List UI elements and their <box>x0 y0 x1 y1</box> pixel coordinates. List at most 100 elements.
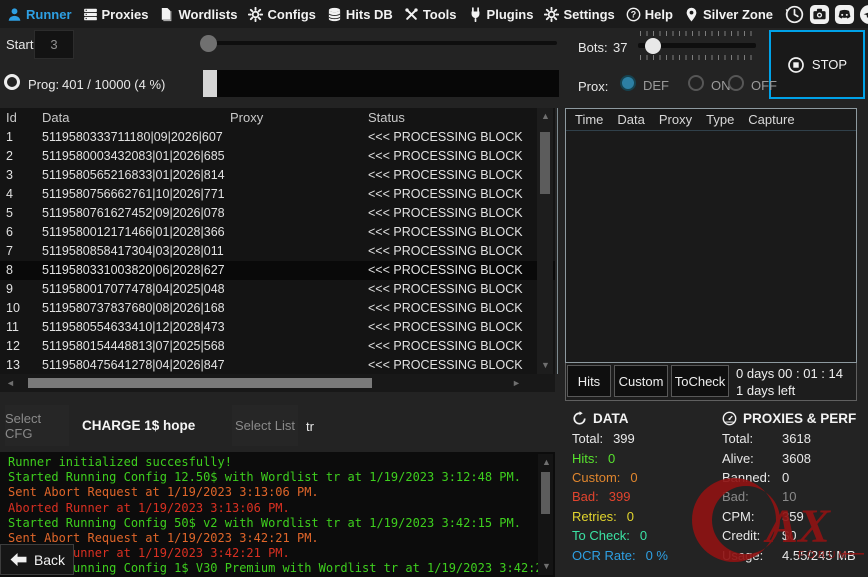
tab-custom[interactable]: Custom <box>614 365 668 397</box>
start-input[interactable]: 3 <box>34 30 74 59</box>
start-slider[interactable] <box>205 41 557 45</box>
camera-icon[interactable] <box>809 4 830 25</box>
progress-bar-fill <box>203 70 217 97</box>
prox-radio-on[interactable] <box>688 75 704 91</box>
log-line: Aborted Runner at 1/19/2023 3:13:06 PM. <box>8 501 555 516</box>
start-slider-handle[interactable] <box>200 35 217 52</box>
menu-item-wordlists[interactable]: Wordlists <box>159 7 237 22</box>
stat-usage: Usage:4.55/245 MB <box>722 545 856 564</box>
hits-table: Time Data Proxy Type Capture <box>565 108 857 363</box>
table-row[interactable]: 25119580003432083|01|2026|685<<< PROCESS… <box>0 147 555 166</box>
cell-id: 10 <box>6 299 40 318</box>
stat-to-check: To Check:0 <box>572 526 668 545</box>
scroll-up-icon[interactable]: ▲ <box>542 458 551 467</box>
menu-item-settings[interactable]: Settings <box>544 7 614 22</box>
stat-label: Custom: <box>572 470 620 485</box>
table-row[interactable]: 75119580858417304|03|2028|011<<< PROCESS… <box>0 242 555 261</box>
stat-ocr-rate: OCR Rate:0 % <box>572 545 668 564</box>
results-horizontal-scrollbar[interactable]: ◄ ► <box>0 374 555 392</box>
cell-status: <<< PROCESSING BLOCK <box>368 223 532 242</box>
table-row[interactable]: 15119580333711180|09|2026|607<<< PROCESS… <box>0 128 555 147</box>
stat-value: 3608 <box>782 451 811 466</box>
bots-label: Bots: <box>578 40 608 55</box>
table-row[interactable]: 105119580737837680|08|2026|168 <<< PROCES… <box>0 299 555 318</box>
prox-option-label[interactable]: OFF <box>751 78 777 93</box>
gauge-icon <box>722 411 737 426</box>
cell-data: 5119580017077478|04|2025|048 <box>42 280 228 299</box>
table-row[interactable]: 135119580475641278|04|2026|847<<< PROCES… <box>0 356 555 374</box>
cell-id: 6 <box>6 223 40 242</box>
column-header-data[interactable]: Data <box>42 108 228 128</box>
results-vertical-scrollbar[interactable]: ▲ ▼ <box>537 108 553 374</box>
menu-item-silver-zone[interactable]: Silver Zone <box>684 7 773 22</box>
cell-data: 5119580737837680|08|2026|168 <box>42 299 228 318</box>
scroll-up-icon[interactable]: ▲ <box>541 112 550 121</box>
table-row[interactable]: 35119580565216833|01|2026|814<<< PROCESS… <box>0 166 555 185</box>
hits-column-header-capture[interactable]: Capture <box>748 112 794 127</box>
log-scroll-thumb[interactable] <box>541 472 550 514</box>
stop-button[interactable]: STOP <box>769 30 865 99</box>
progress-radio[interactable] <box>4 74 20 90</box>
table-row[interactable]: 85119580331003820|06|2028|627<<< PROCESS… <box>0 261 555 280</box>
log-line: Sent Abort Request at 1/19/2023 3:13:06 … <box>8 485 555 500</box>
cell-status: <<< PROCESSING BLOCK <box>368 318 532 337</box>
table-row[interactable]: 115119580554633410|12|2028|473<<< PROCES… <box>0 318 555 337</box>
back-button[interactable]: Back <box>0 544 74 575</box>
data-stats-title: DATA <box>593 411 629 426</box>
data-stats-header: DATA <box>572 407 668 429</box>
bots-slider-handle[interactable] <box>645 38 661 54</box>
elapsed-time: 0 days 00 : 01 : 14 <box>736 366 843 381</box>
user-icon <box>7 7 22 22</box>
column-header-proxy[interactable]: Proxy <box>230 108 366 128</box>
table-row[interactable]: 65119580012171466|01|2028|366<<< PROCESS… <box>0 223 555 242</box>
tab-hits[interactable]: Hits <box>567 365 611 397</box>
log-line: Runner initialized succesfully! <box>8 455 555 470</box>
progress-text: 401 / 10000 (4 %) <box>62 77 165 92</box>
menu-item-proxies[interactable]: Proxies <box>83 7 149 22</box>
menu-item-label: Proxies <box>102 7 149 22</box>
scroll-down-icon[interactable]: ▼ <box>542 562 551 571</box>
cell-data: 5119580554633410|12|2028|473 <box>42 318 228 337</box>
table-row[interactable]: 55119580761627452|09|2026|078<<< PROCESS… <box>0 204 555 223</box>
hits-column-header-time[interactable]: Time <box>575 112 603 127</box>
cell-status: <<< PROCESSING BLOCK <box>368 299 532 318</box>
menu-item-label: Configs <box>267 7 315 22</box>
cell-status: <<< PROCESSING BLOCK <box>368 185 532 204</box>
discord-icon[interactable] <box>834 4 855 25</box>
data-stats-items: Total:399Hits:0Custom:0Bad:399Retries:0T… <box>572 429 668 565</box>
menu-item-tools[interactable]: Tools <box>404 7 457 22</box>
stat-value: 0 <box>782 470 789 485</box>
column-header-status[interactable]: Status <box>368 108 532 128</box>
results-vscroll-thumb[interactable] <box>540 132 550 194</box>
prox-radio-def[interactable] <box>620 75 636 91</box>
menu-item-configs[interactable]: Configs <box>248 7 315 22</box>
cell-status: <<< PROCESSING BLOCK <box>368 356 532 374</box>
menu-item-label: Settings <box>563 7 614 22</box>
prox-radio-off[interactable] <box>728 75 744 91</box>
menu-item-plugins[interactable]: Plugins <box>468 7 534 22</box>
results-hscroll-thumb[interactable] <box>28 378 372 388</box>
select-list-button[interactable]: Select List <box>232 405 298 446</box>
tab-tocheck[interactable]: ToCheck <box>671 365 729 397</box>
select-cfg-button[interactable]: Select CFG <box>5 405 69 446</box>
hits-column-header-proxy[interactable]: Proxy <box>659 112 692 127</box>
cell-data: 5119580858417304|03|2028|011 <box>42 242 228 261</box>
column-header-id[interactable]: Id <box>6 108 40 128</box>
table-row[interactable]: 95119580017077478|04|2025|048<<< PROCESS… <box>0 280 555 299</box>
menu-item-help[interactable]: ?Help <box>626 7 673 22</box>
scroll-right-icon[interactable]: ► <box>512 379 521 388</box>
log-scrollbar[interactable]: ▲ ▼ <box>538 454 553 575</box>
menu-item-runner[interactable]: Runner <box>7 7 72 22</box>
hits-column-header-type[interactable]: Type <box>706 112 734 127</box>
menu-item-hits-db[interactable]: Hits DB <box>327 7 393 22</box>
telegram-icon[interactable] <box>859 4 868 25</box>
scroll-down-icon[interactable]: ▼ <box>541 361 550 370</box>
hits-column-header-data[interactable]: Data <box>617 112 644 127</box>
prox-option-label[interactable]: DEF <box>643 78 669 93</box>
scroll-left-icon[interactable]: ◄ <box>6 379 15 388</box>
refresh-icon <box>572 411 587 426</box>
table-row[interactable]: 125119580154448813|07|2025|568<<< PROCES… <box>0 337 555 356</box>
history-icon[interactable] <box>784 4 805 25</box>
table-row[interactable]: 45119580756662761|10|2026|771<<< PROCESS… <box>0 185 555 204</box>
cell-status: <<< PROCESSING BLOCK <box>368 147 532 166</box>
